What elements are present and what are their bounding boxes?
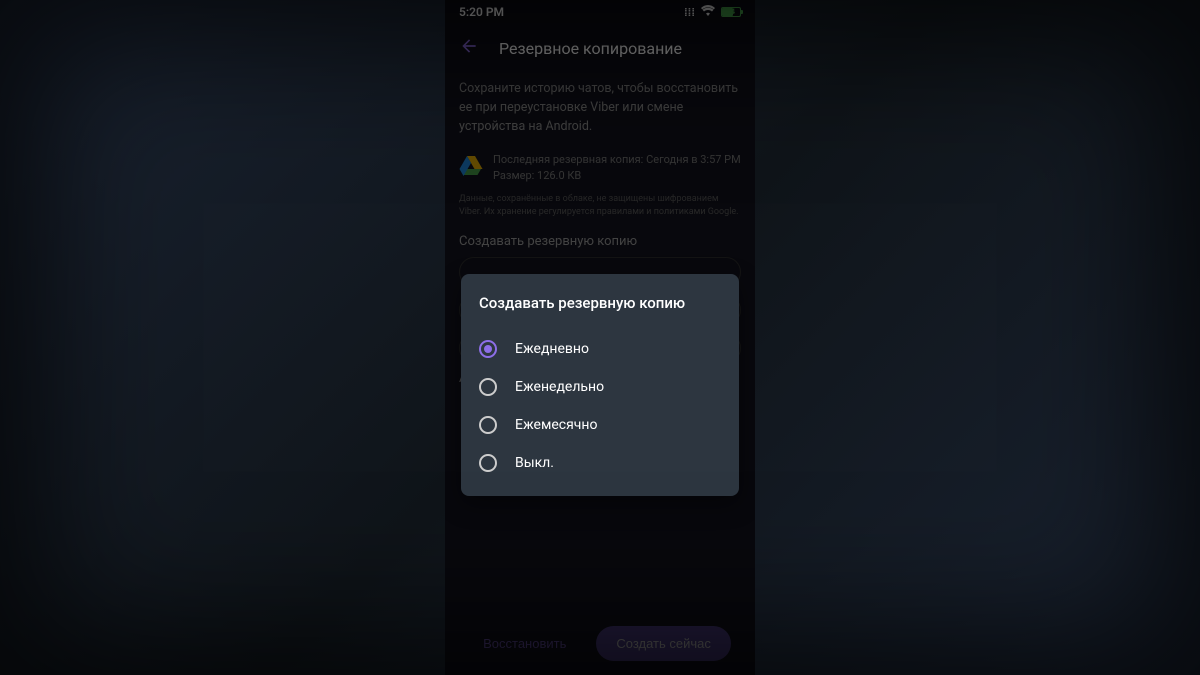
option-label: Еженедельно — [515, 379, 604, 395]
option-label: Ежедневно — [515, 341, 589, 357]
phone-frame: 5:20 PM ⁞⁞⁞ 54 Резервное копирование Сох… — [445, 0, 755, 675]
radio-icon — [479, 378, 497, 396]
option-label: Ежемесячно — [515, 417, 597, 433]
option-weekly[interactable]: Еженедельно — [479, 368, 721, 406]
radio-icon — [479, 454, 497, 472]
option-off[interactable]: Выкл. — [479, 444, 721, 482]
radio-icon — [479, 340, 497, 358]
radio-icon — [479, 416, 497, 434]
backup-frequency-dialog: Создавать резервную копию Ежедневно Ежен… — [461, 274, 739, 496]
option-monthly[interactable]: Ежемесячно — [479, 406, 721, 444]
dialog-title: Создавать резервную копию — [479, 294, 721, 312]
option-daily[interactable]: Ежедневно — [479, 330, 721, 368]
option-label: Выкл. — [515, 455, 554, 471]
